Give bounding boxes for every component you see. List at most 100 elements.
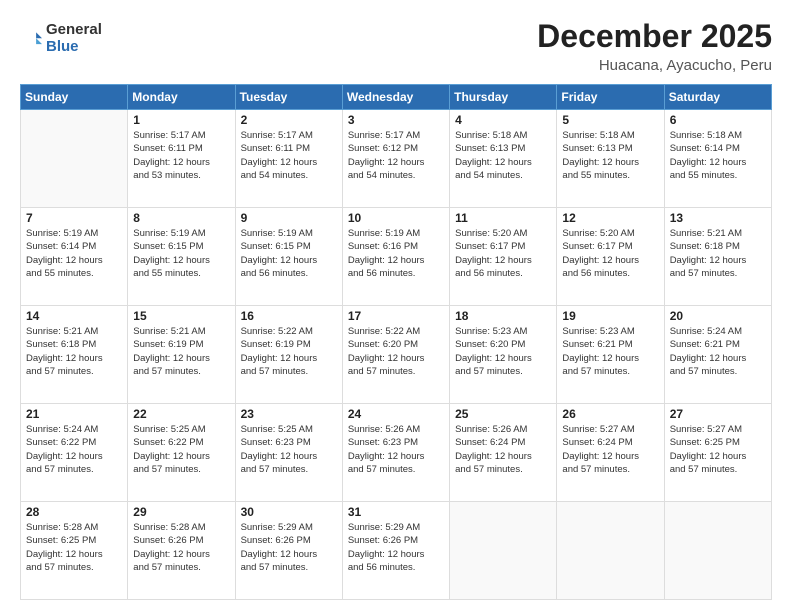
calendar-table: SundayMondayTuesdayWednesdayThursdayFrid… — [20, 84, 772, 600]
weekday-header-thursday: Thursday — [450, 85, 557, 110]
day-number: 14 — [26, 309, 122, 323]
day-info: Sunrise: 5:19 AMSunset: 6:15 PMDaylight:… — [241, 227, 337, 280]
day-info: Sunrise: 5:22 AMSunset: 6:19 PMDaylight:… — [241, 325, 337, 378]
week-row-3: 14 Sunrise: 5:21 AMSunset: 6:18 PMDayligh… — [21, 306, 772, 404]
calendar-cell: 3 Sunrise: 5:17 AMSunset: 6:12 PMDaylight… — [342, 110, 449, 208]
day-info: Sunrise: 5:28 AMSunset: 6:25 PMDaylight:… — [26, 521, 122, 574]
week-row-2: 7 Sunrise: 5:19 AMSunset: 6:14 PMDaylight… — [21, 208, 772, 306]
day-info: Sunrise: 5:21 AMSunset: 6:18 PMDaylight:… — [26, 325, 122, 378]
day-info: Sunrise: 5:18 AMSunset: 6:14 PMDaylight:… — [670, 129, 766, 182]
week-row-1: 1 Sunrise: 5:17 AMSunset: 6:11 PMDaylight… — [21, 110, 772, 208]
calendar-cell: 23 Sunrise: 5:25 AMSunset: 6:23 PMDayligh… — [235, 404, 342, 502]
day-number: 24 — [348, 407, 444, 421]
day-info: Sunrise: 5:26 AMSunset: 6:23 PMDaylight:… — [348, 423, 444, 476]
calendar-cell: 10 Sunrise: 5:19 AMSunset: 6:16 PMDayligh… — [342, 208, 449, 306]
logo-text: General Blue — [46, 22, 102, 55]
day-info: Sunrise: 5:19 AMSunset: 6:16 PMDaylight:… — [348, 227, 444, 280]
day-number: 5 — [562, 113, 658, 127]
calendar-cell: 14 Sunrise: 5:21 AMSunset: 6:18 PMDayligh… — [21, 306, 128, 404]
calendar-cell: 29 Sunrise: 5:28 AMSunset: 6:26 PMDayligh… — [128, 502, 235, 600]
calendar-cell: 20Sunrise: 5:24 AMSunset: 6:21 PMDayligh… — [664, 306, 771, 404]
day-info: Sunrise: 5:17 AMSunset: 6:12 PMDaylight:… — [348, 129, 444, 182]
calendar-cell — [21, 110, 128, 208]
day-info: Sunrise: 5:19 AMSunset: 6:14 PMDaylight:… — [26, 227, 122, 280]
calendar-cell: 9Sunrise: 5:19 AMSunset: 6:15 PMDaylight… — [235, 208, 342, 306]
calendar-cell: 16 Sunrise: 5:22 AMSunset: 6:19 PMDayligh… — [235, 306, 342, 404]
main-title: December 2025 — [537, 18, 772, 55]
weekday-header-saturday: Saturday — [664, 85, 771, 110]
day-info: Sunrise: 5:21 AMSunset: 6:18 PMDaylight:… — [670, 227, 766, 280]
day-info: Sunrise: 5:28 AMSunset: 6:26 PMDaylight:… — [133, 521, 229, 574]
day-number: 10 — [348, 211, 444, 225]
week-row-5: 28Sunrise: 5:28 AMSunset: 6:25 PMDayligh… — [21, 502, 772, 600]
header: General Blue December 2025 Huacana, Ayac… — [20, 18, 772, 74]
day-number: 19 — [562, 309, 658, 323]
day-info: Sunrise: 5:23 AMSunset: 6:21 PMDaylight:… — [562, 325, 658, 378]
calendar-cell: 21Sunrise: 5:24 AMSunset: 6:22 PMDayligh… — [21, 404, 128, 502]
calendar-cell: 1 Sunrise: 5:17 AMSunset: 6:11 PMDaylight… — [128, 110, 235, 208]
calendar-cell: 5 Sunrise: 5:18 AMSunset: 6:13 PMDaylight… — [557, 110, 664, 208]
day-info: Sunrise: 5:24 AMSunset: 6:22 PMDaylight:… — [26, 423, 122, 476]
day-number: 12 — [562, 211, 658, 225]
day-info: Sunrise: 5:18 AMSunset: 6:13 PMDaylight:… — [455, 129, 551, 182]
week-row-4: 21Sunrise: 5:24 AMSunset: 6:22 PMDayligh… — [21, 404, 772, 502]
calendar-cell: 30Sunrise: 5:29 AMSunset: 6:26 PMDayligh… — [235, 502, 342, 600]
day-info: Sunrise: 5:26 AMSunset: 6:24 PMDaylight:… — [455, 423, 551, 476]
calendar-cell: 12 Sunrise: 5:20 AMSunset: 6:17 PMDayligh… — [557, 208, 664, 306]
calendar-cell — [557, 502, 664, 600]
page: General Blue December 2025 Huacana, Ayac… — [0, 0, 792, 612]
day-number: 27 — [670, 407, 766, 421]
calendar-cell: 18 Sunrise: 5:23 AMSunset: 6:20 PMDayligh… — [450, 306, 557, 404]
day-number: 6 — [670, 113, 766, 127]
calendar-cell: 26 Sunrise: 5:27 AMSunset: 6:24 PMDayligh… — [557, 404, 664, 502]
day-number: 29 — [133, 505, 229, 519]
calendar-cell — [450, 502, 557, 600]
logo-icon — [20, 28, 42, 50]
weekday-header-tuesday: Tuesday — [235, 85, 342, 110]
calendar-cell: 2Sunrise: 5:17 AMSunset: 6:11 PMDaylight… — [235, 110, 342, 208]
day-info: Sunrise: 5:17 AMSunset: 6:11 PMDaylight:… — [133, 129, 229, 182]
day-number: 7 — [26, 211, 122, 225]
day-number: 22 — [133, 407, 229, 421]
calendar-cell: 17Sunrise: 5:22 AMSunset: 6:20 PMDayligh… — [342, 306, 449, 404]
day-info: Sunrise: 5:23 AMSunset: 6:20 PMDaylight:… — [455, 325, 551, 378]
day-number: 16 — [241, 309, 337, 323]
calendar-cell: 7 Sunrise: 5:19 AMSunset: 6:14 PMDaylight… — [21, 208, 128, 306]
calendar-cell: 31Sunrise: 5:29 AMSunset: 6:26 PMDayligh… — [342, 502, 449, 600]
calendar-cell: 24 Sunrise: 5:26 AMSunset: 6:23 PMDayligh… — [342, 404, 449, 502]
subtitle: Huacana, Ayacucho, Peru — [537, 57, 772, 74]
weekday-header-sunday: Sunday — [21, 85, 128, 110]
logo: General Blue — [20, 22, 102, 55]
logo-blue: Blue — [46, 39, 102, 56]
calendar-cell: 15Sunrise: 5:21 AMSunset: 6:19 PMDayligh… — [128, 306, 235, 404]
day-number: 1 — [133, 113, 229, 127]
weekday-header-wednesday: Wednesday — [342, 85, 449, 110]
day-info: Sunrise: 5:25 AMSunset: 6:22 PMDaylight:… — [133, 423, 229, 476]
day-info: Sunrise: 5:27 AMSunset: 6:25 PMDaylight:… — [670, 423, 766, 476]
calendar-cell: 13Sunrise: 5:21 AMSunset: 6:18 PMDayligh… — [664, 208, 771, 306]
day-info: Sunrise: 5:20 AMSunset: 6:17 PMDaylight:… — [562, 227, 658, 280]
weekday-header-monday: Monday — [128, 85, 235, 110]
day-number: 18 — [455, 309, 551, 323]
day-number: 23 — [241, 407, 337, 421]
day-number: 2 — [241, 113, 337, 127]
day-info: Sunrise: 5:27 AMSunset: 6:24 PMDaylight:… — [562, 423, 658, 476]
calendar-cell: 6 Sunrise: 5:18 AMSunset: 6:14 PMDaylight… — [664, 110, 771, 208]
calendar-header: SundayMondayTuesdayWednesdayThursdayFrid… — [21, 85, 772, 110]
day-number: 26 — [562, 407, 658, 421]
calendar-cell: 11Sunrise: 5:20 AMSunset: 6:17 PMDayligh… — [450, 208, 557, 306]
day-number: 4 — [455, 113, 551, 127]
day-info: Sunrise: 5:24 AMSunset: 6:21 PMDaylight:… — [670, 325, 766, 378]
day-info: Sunrise: 5:19 AMSunset: 6:15 PMDaylight:… — [133, 227, 229, 280]
day-info: Sunrise: 5:20 AMSunset: 6:17 PMDaylight:… — [455, 227, 551, 280]
day-number: 8 — [133, 211, 229, 225]
day-info: Sunrise: 5:18 AMSunset: 6:13 PMDaylight:… — [562, 129, 658, 182]
title-block: December 2025 Huacana, Ayacucho, Peru — [537, 18, 772, 74]
calendar-cell: 25Sunrise: 5:26 AMSunset: 6:24 PMDayligh… — [450, 404, 557, 502]
day-info: Sunrise: 5:25 AMSunset: 6:23 PMDaylight:… — [241, 423, 337, 476]
day-number: 17 — [348, 309, 444, 323]
calendar-cell: 4 Sunrise: 5:18 AMSunset: 6:13 PMDaylight… — [450, 110, 557, 208]
day-number: 3 — [348, 113, 444, 127]
calendar-cell: 22 Sunrise: 5:25 AMSunset: 6:22 PMDayligh… — [128, 404, 235, 502]
day-number: 30 — [241, 505, 337, 519]
